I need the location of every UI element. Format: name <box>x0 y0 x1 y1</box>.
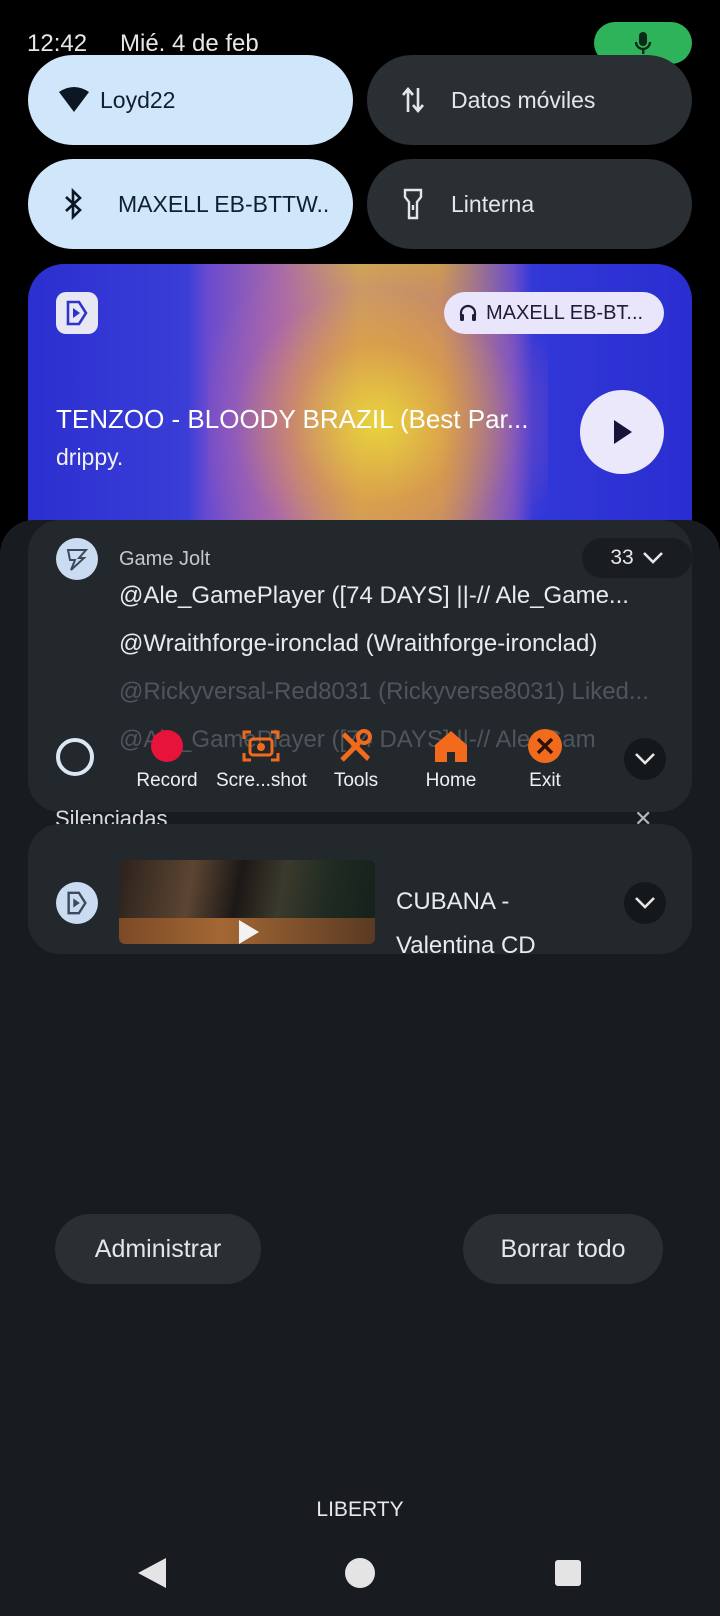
media-title: TENZOO - BLOODY BRAZIL (Best Par... <box>56 404 529 434</box>
gamejolt-notification[interactable]: Game Jolt 33 @Ale_GamePlayer ([74 DAYS] … <box>28 520 692 812</box>
screenshot-label: Scre...shot <box>216 770 307 791</box>
video-subtitle: Valentina CD <box>396 932 536 954</box>
exit-icon <box>528 729 562 763</box>
record-label: Record <box>136 770 198 791</box>
tile-mobile-data-label: Datos móviles <box>451 86 596 113</box>
tile-wifi[interactable]: Loyd22 <box>28 55 353 145</box>
output-device-label: MAXELL EB-BT... <box>486 301 644 324</box>
tools-button[interactable]: Tools <box>311 726 401 792</box>
clock: 12:42 <box>27 30 88 57</box>
wifi-icon <box>56 82 92 118</box>
video-title: CUBANA - <box>396 888 510 915</box>
mobile-data-icon <box>395 82 431 118</box>
screenshot-button[interactable]: Scre...shot <box>216 726 307 792</box>
flashlight-icon <box>395 186 431 222</box>
tile-bluetooth[interactable]: MAXELL EB-BTTW.. <box>28 159 353 249</box>
exit-label: Exit <box>529 770 561 791</box>
media-app-icon <box>56 292 98 334</box>
tile-wifi-label: Loyd22 <box>100 86 176 113</box>
record-button[interactable]: Record <box>122 726 212 792</box>
tile-bluetooth-label: MAXELL EB-BTTW.. <box>118 190 330 217</box>
tile-flashlight-label: Linterna <box>451 190 535 217</box>
bluetooth-icon <box>56 186 92 222</box>
chevron-down-icon <box>635 753 655 765</box>
manage-button[interactable]: Administrar <box>55 1214 261 1284</box>
notification-app-name: Game Jolt <box>119 548 211 570</box>
chevron-down-icon <box>642 552 663 564</box>
tile-flashlight[interactable]: Linterna <box>367 159 692 249</box>
back-icon[interactable] <box>136 1556 168 1590</box>
carrier-name: LIBERTY <box>316 1498 404 1521</box>
video-thumbnail[interactable] <box>119 860 375 944</box>
output-device-chip[interactable]: MAXELL EB-BT... <box>444 292 664 334</box>
home-button[interactable]: Home <box>406 726 496 792</box>
tools-label: Tools <box>333 770 379 791</box>
play-button[interactable] <box>580 390 664 474</box>
media-artist: drippy. <box>56 444 124 470</box>
notification-line: @Ale_GamePlayer ([74 DAYS] ||-// Ale_Gam… <box>119 582 629 609</box>
play-icon <box>614 420 632 444</box>
screen-recorder-toolbar: Record Scre...shot Tools Home Exit <box>28 716 692 812</box>
navigation-bar <box>0 1540 720 1600</box>
date: Mié. 4 de feb <box>120 30 259 57</box>
chevron-down-icon <box>635 897 655 909</box>
notification-line: @Wraithforge-ironclad (Wraithforge-ironc… <box>119 630 598 657</box>
expand-notification-button[interactable] <box>624 738 666 780</box>
media-player[interactable]: MAXELL EB-BT... TENZOO - BLOODY BRAZIL (… <box>28 264 692 554</box>
screenshot-icon <box>242 730 280 762</box>
microphone-icon <box>634 32 652 54</box>
home-label: Home <box>425 770 477 791</box>
tools-icon <box>340 729 372 762</box>
home-icon <box>435 731 467 762</box>
recents-icon[interactable] <box>554 1559 582 1587</box>
home-nav-icon[interactable] <box>344 1557 376 1589</box>
play-icon <box>239 920 259 944</box>
record-icon <box>151 730 183 762</box>
notification-count[interactable]: 33 <box>582 538 692 578</box>
video-notification[interactable]: CUBANA - Valentina CD <box>28 824 692 954</box>
gamejolt-icon <box>56 538 98 580</box>
clear-all-button[interactable]: Borrar todo <box>463 1214 663 1284</box>
recorder-bubble-icon[interactable] <box>56 738 94 776</box>
exit-button[interactable]: Exit <box>500 726 590 792</box>
headphones-icon <box>459 304 477 321</box>
expand-video-notification-button[interactable] <box>624 882 666 924</box>
tile-mobile-data[interactable]: Datos móviles <box>367 55 692 145</box>
media-app-icon <box>56 882 98 924</box>
notification-line: @Rickyversal-Red8031 (Rickyverse8031) Li… <box>119 678 649 705</box>
notification-count-value: 33 <box>610 546 634 569</box>
